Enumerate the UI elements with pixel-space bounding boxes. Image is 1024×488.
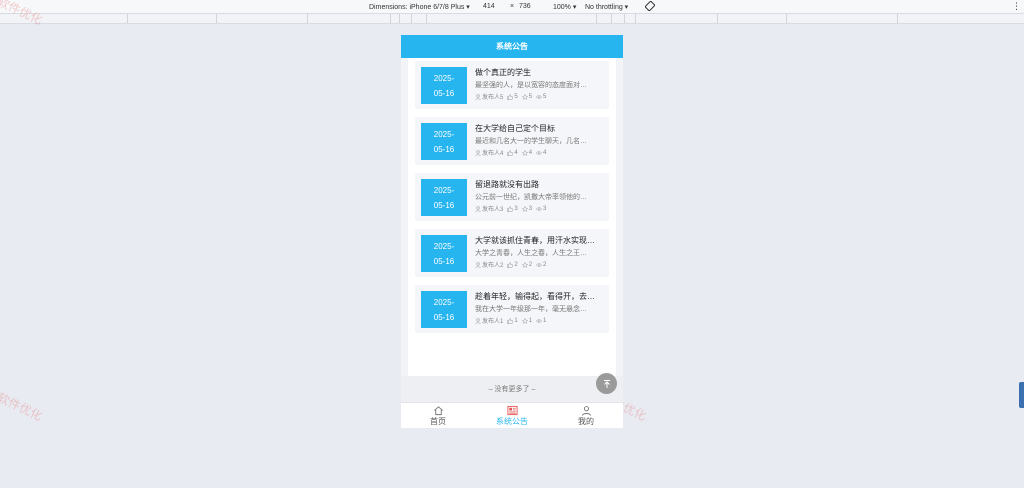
thumbs-up-icon <box>507 317 514 324</box>
eye-icon <box>536 206 543 211</box>
user-icon <box>475 317 481 324</box>
notice-author: 发布人4 <box>482 151 504 157</box>
star-icon <box>521 317 528 324</box>
notice-likes: 3 <box>514 205 518 212</box>
notice-excerpt: 公元前一世纪，凯撒大帝率领他的… <box>475 194 587 201</box>
viewport-width-input[interactable]: 414 <box>483 3 495 10</box>
notice-author: 发布人1 <box>482 319 504 325</box>
watermark: 软件优化 <box>0 390 45 424</box>
side-floating-tab[interactable] <box>1019 382 1024 408</box>
thumbs-up-icon <box>507 205 514 212</box>
more-options-icon[interactable]: ⋮ <box>1012 1 1021 12</box>
notice-card[interactable]: 2025- 05-16 做个真正的学生 最坚强的人，是以宽容的态度面对… 发布人5… <box>415 61 609 109</box>
page-title: 系统公告 <box>496 42 528 51</box>
star-icon <box>521 93 528 100</box>
throttling-select[interactable]: No throttling ▾ <box>585 3 628 11</box>
notice-likes: 5 <box>514 93 518 100</box>
user-icon <box>475 261 481 268</box>
page-header: 系统公告 <box>401 35 623 58</box>
notice-card[interactable]: 2025- 05-16 留退路就没有出路 公元前一世纪，凯撒大帝率领他的… 发布人… <box>415 173 609 221</box>
no-more-indicator: – 没有更多了 – <box>401 376 623 402</box>
tab-home-label: 首页 <box>430 417 446 426</box>
notice-title: 在大学给自己定个目标 <box>475 124 555 133</box>
star-icon <box>521 261 528 268</box>
notice-views: 1 <box>543 317 547 324</box>
notice-excerpt: 最坚强的人，是以宽容的态度面对… <box>475 82 587 89</box>
notice-excerpt: 大学之青春，人生之春，人生之王… <box>475 250 587 257</box>
notice-favorites: 2 <box>528 261 533 268</box>
thumbs-up-icon <box>507 149 514 156</box>
notice-date: 2025- 05-16 <box>421 123 467 160</box>
notice-views: 4 <box>543 149 547 156</box>
back-to-top-button[interactable] <box>596 373 617 394</box>
notice-card[interactable]: 2025- 05-16 大学就该抓住青春，用汗水实现… 大学之青春，人生之春，人生… <box>415 229 609 277</box>
eye-icon <box>536 150 543 155</box>
dimension-separator: × <box>510 3 515 10</box>
notice-date: 2025- 05-16 <box>421 291 467 328</box>
user-icon <box>475 205 481 212</box>
notice-title: 做个真正的学生 <box>475 68 531 77</box>
notice-date: 2025- 05-16 <box>421 235 467 272</box>
notice-date: 2025- 05-16 <box>421 67 467 104</box>
eye-icon <box>536 94 543 99</box>
notice-author: 发布人3 <box>482 207 504 213</box>
thumbs-up-icon <box>507 93 514 100</box>
devtools-toolbar: Dimensions: iPhone 6/7/8 Plus ▾ 414 × 73… <box>0 0 1024 14</box>
tab-notices[interactable]: 系统公告 <box>475 403 549 428</box>
eye-icon <box>536 318 543 323</box>
notice-views: 5 <box>543 93 547 100</box>
phone-viewport: 系统公告 2025- 05-16 做个真正的学生 最坚强的人，是以宽容的态度面对…… <box>401 35 623 428</box>
user-icon <box>475 93 481 100</box>
eye-icon <box>536 262 543 267</box>
rotate-icon[interactable] <box>644 0 656 13</box>
tab-notices-label: 系统公告 <box>496 417 528 426</box>
notice-likes: 2 <box>514 261 518 268</box>
notice-excerpt: 我在大学一年级那一年，毫无悬念… <box>475 306 587 313</box>
notice-author: 发布人5 <box>482 95 504 101</box>
viewport-height-input[interactable]: 736 <box>519 3 531 10</box>
notice-views: 3 <box>543 205 547 212</box>
user-icon <box>581 406 591 416</box>
notice-author: 发布人2 <box>482 263 504 269</box>
notice-title: 趁着年轻，输得起，看得开，去… <box>475 292 595 301</box>
home-icon <box>433 406 443 416</box>
notice-favorites: 3 <box>528 205 533 212</box>
notice-title: 大学就该抓住青春，用汗水实现… <box>475 236 595 245</box>
tab-profile[interactable]: 我的 <box>549 403 623 428</box>
news-icon <box>506 405 518 416</box>
media-query-ruler <box>0 14 1024 24</box>
star-icon <box>521 205 528 212</box>
tab-home[interactable]: 首页 <box>401 403 475 428</box>
notice-card[interactable]: 2025- 05-16 在大学给自己定个目标 最近和几名大一的学生聊天，几名… 发… <box>415 117 609 165</box>
notice-list: 2025- 05-16 做个真正的学生 最坚强的人，是以宽容的态度面对… 发布人5… <box>408 58 616 385</box>
zoom-select[interactable]: 100% ▾ <box>553 3 576 11</box>
arrow-up-to-top-icon <box>603 379 610 388</box>
notice-favorites: 5 <box>528 93 533 100</box>
notice-favorites: 4 <box>528 149 533 156</box>
notice-title: 留退路就没有出路 <box>475 180 539 189</box>
tab-profile-label: 我的 <box>578 417 594 426</box>
notice-likes: 1 <box>514 317 518 324</box>
bottom-tabbar: 首页 系统公告 我的 <box>401 402 623 428</box>
notice-likes: 4 <box>514 149 518 156</box>
thumbs-up-icon <box>507 261 514 268</box>
user-icon <box>475 149 481 156</box>
notice-favorites: 1 <box>528 317 533 324</box>
star-icon <box>521 149 528 156</box>
notice-card[interactable]: 2025- 05-16 趁着年轻，输得起，看得开，去… 我在大学一年级那一年，毫无… <box>415 285 609 333</box>
notice-date: 2025- 05-16 <box>421 179 467 216</box>
device-select[interactable]: Dimensions: iPhone 6/7/8 Plus ▾ <box>369 3 470 11</box>
notice-excerpt: 最近和几名大一的学生聊天，几名… <box>475 138 587 145</box>
notice-views: 2 <box>543 261 547 268</box>
